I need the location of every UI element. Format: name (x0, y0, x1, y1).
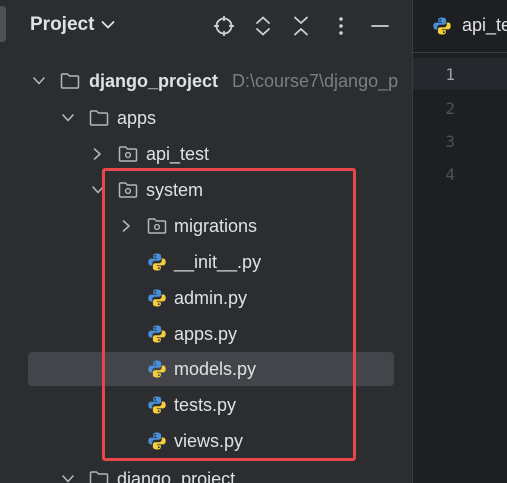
tree-item-models-py[interactable]: models.py (12, 352, 412, 386)
tree-item-label: system (146, 179, 204, 200)
collapse-all-icon (294, 16, 308, 36)
tree-item-label: __init__.py (174, 251, 262, 272)
python-icon (147, 288, 167, 308)
crosshair-icon (214, 16, 234, 36)
tree-item-api-test[interactable]: api_test (12, 137, 412, 171)
editor-tab-api-test[interactable]: api_te (413, 0, 507, 52)
project-view-selector[interactable]: Project (30, 14, 115, 36)
line-number: 4 (445, 165, 455, 184)
chevron-right-icon[interactable] (118, 218, 134, 234)
python-icon (147, 395, 167, 415)
tree-item-path: D:\course7\django_p (232, 70, 399, 91)
more-icon (339, 17, 343, 35)
folder-icon (89, 469, 109, 483)
tool-window-marker[interactable] (0, 6, 6, 42)
options-button[interactable] (328, 13, 354, 39)
tree-item-init-py[interactable]: __init__.py (12, 245, 412, 279)
editor-tab-label: api_te (462, 15, 507, 35)
folder-icon (89, 108, 109, 128)
chevron-down-icon (101, 20, 115, 30)
tree-item-views-py[interactable]: views.py (12, 424, 412, 458)
ide-window: Project django_project D:\course7\django… (0, 0, 507, 483)
expand-all-icon (256, 16, 270, 36)
python-icon (147, 324, 167, 344)
tree-item-label: api_test (146, 143, 210, 164)
package-icon (118, 180, 138, 200)
package-icon (147, 216, 167, 236)
line-number: 1 (445, 65, 455, 84)
tree-item-label: models.py (174, 358, 257, 379)
expand-all-button[interactable] (250, 13, 276, 39)
panel-title: Project (30, 14, 95, 35)
minimize-icon (371, 25, 389, 27)
python-icon (147, 431, 167, 451)
tree-item-admin-py[interactable]: admin.py (12, 281, 412, 315)
collapse-all-button[interactable] (288, 13, 314, 39)
tree-item-label: apps (117, 107, 157, 128)
editor-area: api_te 1 2 3 4 (412, 0, 507, 483)
tree-item-label: migrations (174, 215, 258, 236)
tool-window-strip (0, 0, 12, 483)
tree-item-label: views.py (174, 430, 244, 451)
chevron-down-icon[interactable] (31, 73, 47, 89)
tree-item-label: django_project (117, 468, 236, 483)
tree-item-apps-py[interactable]: apps.py (12, 317, 412, 351)
tree-item-label: apps.py (174, 323, 238, 344)
chevron-right-icon[interactable] (89, 146, 105, 162)
project-panel-header: Project (12, 0, 412, 52)
tab-divider (413, 52, 507, 53)
tree-item-apps[interactable]: apps (12, 101, 412, 135)
tree-item-django-project-inner[interactable]: django_project (12, 462, 412, 483)
tree-item-label: django_project (89, 70, 219, 91)
chevron-down-icon[interactable] (60, 471, 76, 483)
python-icon (432, 16, 452, 36)
chevron-down-icon[interactable] (60, 110, 76, 126)
folder-icon (60, 71, 80, 91)
project-panel: Project django_project D:\course7\django… (12, 0, 412, 483)
python-icon (147, 359, 167, 379)
select-opened-file-button[interactable] (211, 13, 237, 39)
line-number: 2 (445, 99, 455, 118)
hide-panel-button[interactable] (367, 13, 393, 39)
tree-item-django-project-root[interactable]: django_project D:\course7\django_p (12, 64, 412, 98)
tree-item-tests-py[interactable]: tests.py (12, 388, 412, 422)
package-icon (118, 144, 138, 164)
tree-item-label: tests.py (174, 394, 237, 415)
tree-item-system[interactable]: system (12, 173, 412, 207)
python-icon (147, 252, 167, 272)
tree-item-migrations[interactable]: migrations (12, 209, 412, 243)
chevron-down-icon[interactable] (90, 182, 106, 198)
tree-item-label: admin.py (174, 287, 248, 308)
line-number: 3 (445, 132, 455, 151)
